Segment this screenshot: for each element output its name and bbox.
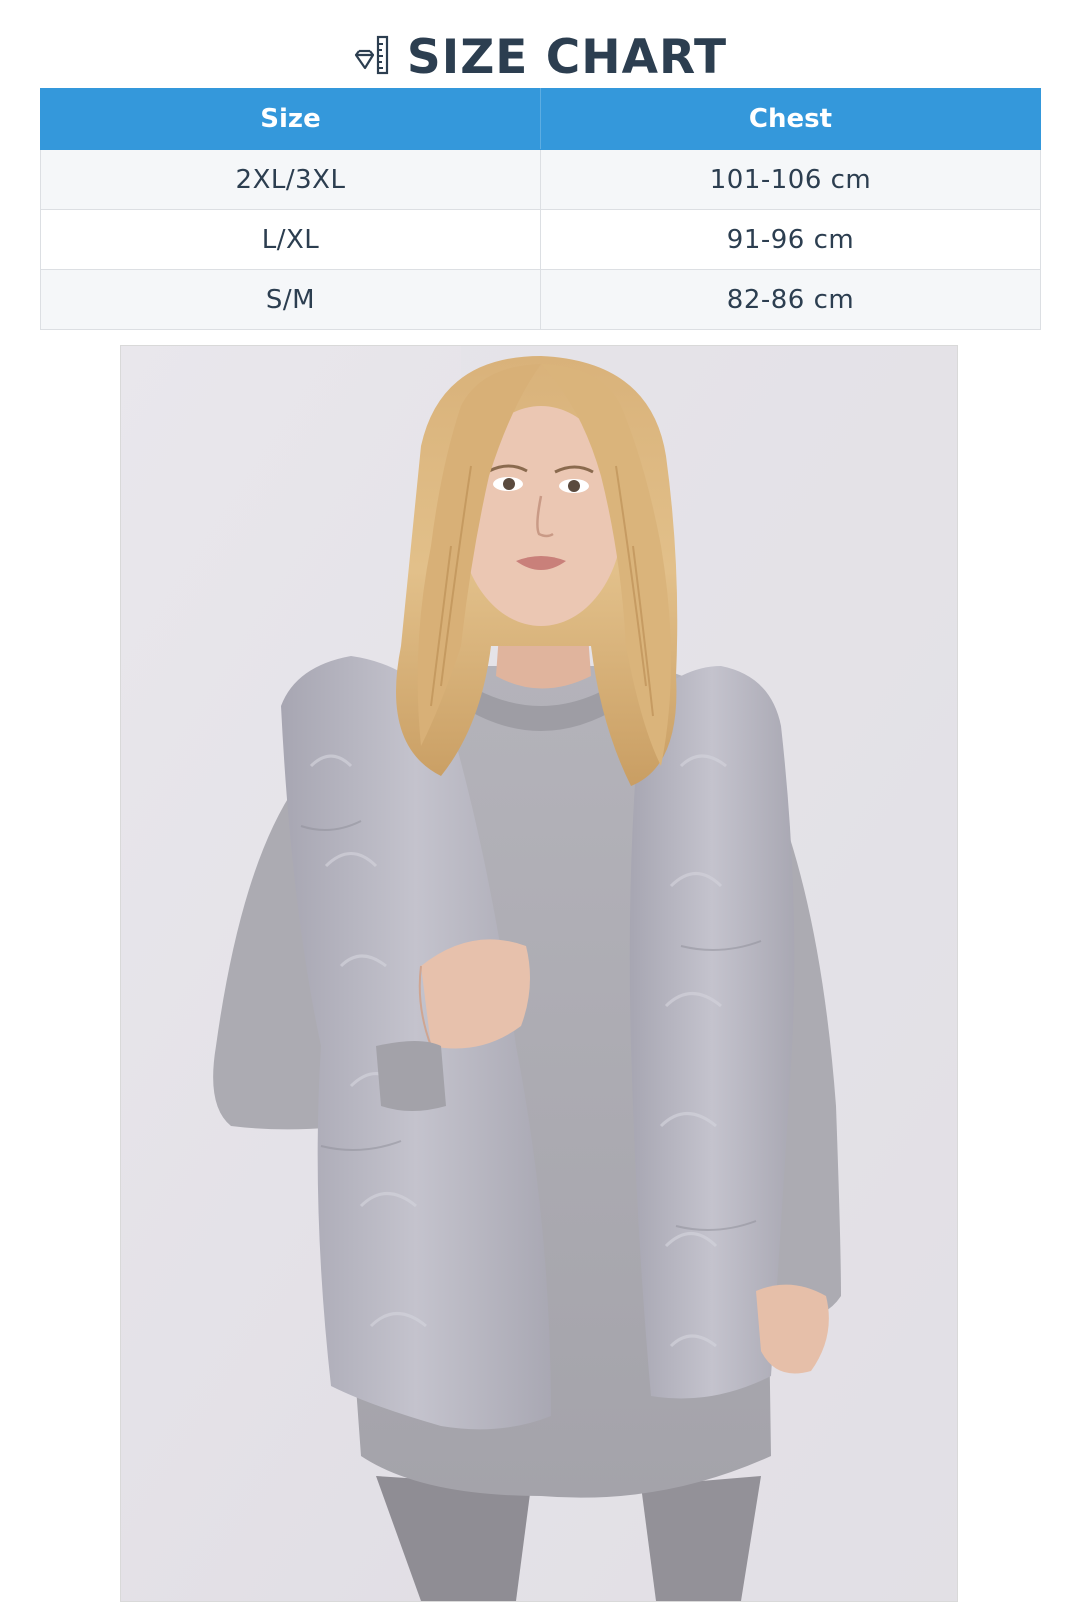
page-title: SIZE CHART	[406, 29, 728, 85]
table-row: S/M 82-86 cm	[40, 269, 1041, 330]
chest-cell: 91-96 cm	[540, 209, 1041, 270]
column-header-size: Size	[40, 88, 541, 150]
size-chart-table: Size Chest 2XL/3XL 101-106 cm L/XL 91-96…	[40, 88, 1041, 330]
size-chart-title-row: SIZE CHART	[0, 24, 1080, 90]
table-row: 2XL/3XL 101-106 cm	[40, 149, 1041, 210]
product-photo	[120, 345, 958, 1602]
table-row: L/XL 91-96 cm	[40, 209, 1041, 270]
size-cell: 2XL/3XL	[40, 149, 541, 210]
model-illustration	[121, 346, 957, 1601]
ruler-diamond-icon	[354, 35, 388, 75]
chest-cell: 101-106 cm	[540, 149, 1041, 210]
column-header-chest: Chest	[540, 88, 1041, 150]
size-cell: S/M	[40, 269, 541, 330]
size-cell: L/XL	[40, 209, 541, 270]
chest-cell: 82-86 cm	[540, 269, 1041, 330]
table-header-row: Size Chest	[40, 88, 1041, 150]
